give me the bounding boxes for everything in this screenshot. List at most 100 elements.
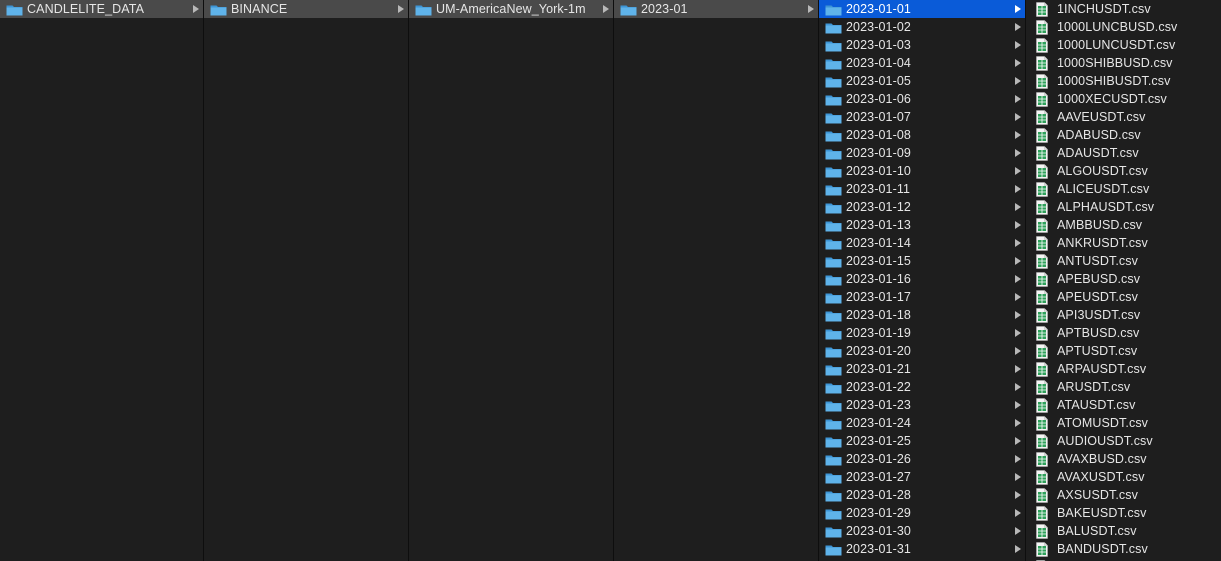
folder-icon bbox=[210, 2, 227, 16]
day-folder-row[interactable]: 2023-01-26 bbox=[819, 450, 1025, 468]
file-label: AVAXUSDT.csv bbox=[1057, 470, 1145, 484]
folder-row-binance[interactable]: BINANCE bbox=[204, 0, 408, 18]
day-folder-row[interactable]: 2023-01-12 bbox=[819, 198, 1025, 216]
csv-file-icon bbox=[1036, 379, 1050, 395]
column-2[interactable]: BINANCE bbox=[204, 0, 409, 561]
day-folder-row[interactable]: 2023-01-05 bbox=[819, 72, 1025, 90]
day-folder-row[interactable]: 2023-01-14 bbox=[819, 234, 1025, 252]
folder-label: 2023-01-15 bbox=[846, 254, 911, 268]
csv-file-row[interactable]: ALICEUSDT.csv bbox=[1026, 180, 1221, 198]
csv-file-row[interactable]: ATAUSDT.csv bbox=[1026, 396, 1221, 414]
csv-file-row[interactable]: ARPAUSDT.csv bbox=[1026, 360, 1221, 378]
csv-file-icon bbox=[1036, 289, 1050, 305]
file-label: ADAUSDT.csv bbox=[1057, 146, 1139, 160]
folder-icon bbox=[825, 128, 842, 142]
day-folder-row[interactable]: 2023-01-28 bbox=[819, 486, 1025, 504]
csv-file-row[interactable]: 1000SHIBBUSD.csv bbox=[1026, 54, 1221, 72]
csv-file-row[interactable]: 1000LUNCUSDT.csv bbox=[1026, 36, 1221, 54]
column-4[interactable]: 2023-01 bbox=[614, 0, 819, 561]
day-folder-row[interactable]: 2023-01-08 bbox=[819, 126, 1025, 144]
day-folder-row[interactable]: 2023-01-19 bbox=[819, 324, 1025, 342]
chevron-right-icon bbox=[1015, 545, 1021, 553]
folder-icon bbox=[825, 290, 842, 304]
csv-file-row[interactable]: BAKEUSDT.csv bbox=[1026, 504, 1221, 522]
day-folder-row[interactable]: 2023-01-06 bbox=[819, 90, 1025, 108]
day-folder-row[interactable]: 2023-01-07 bbox=[819, 108, 1025, 126]
csv-file-row[interactable]: BALUSDT.csv bbox=[1026, 522, 1221, 540]
day-folder-row[interactable]: 2023-01-22 bbox=[819, 378, 1025, 396]
csv-file-row[interactable]: 1INCHUSDT.csv bbox=[1026, 0, 1221, 18]
file-label: 1000SHIBUSDT.csv bbox=[1057, 74, 1171, 88]
folder-icon bbox=[825, 146, 842, 160]
csv-file-row[interactable]: ADABUSD.csv bbox=[1026, 126, 1221, 144]
csv-file-row[interactable]: API3USDT.csv bbox=[1026, 306, 1221, 324]
folder-label: 2023-01-02 bbox=[846, 20, 911, 34]
chevron-right-icon bbox=[1015, 275, 1021, 283]
folder-row-2023-01[interactable]: 2023-01 bbox=[614, 0, 818, 18]
folder-icon bbox=[825, 182, 842, 196]
column-3[interactable]: UM-AmericaNew_York-1m bbox=[409, 0, 614, 561]
day-folder-row[interactable]: 2023-01-02 bbox=[819, 18, 1025, 36]
csv-file-row[interactable]: ALPHAUSDT.csv bbox=[1026, 198, 1221, 216]
folder-icon bbox=[825, 452, 842, 466]
csv-file-row[interactable]: 1000XECUSDT.csv bbox=[1026, 90, 1221, 108]
csv-file-row[interactable]: AUDIOUSDT.csv bbox=[1026, 432, 1221, 450]
folder-label: 2023-01-12 bbox=[846, 200, 911, 214]
folder-icon bbox=[825, 110, 842, 124]
day-folder-row[interactable]: 2023-01-21 bbox=[819, 360, 1025, 378]
column-1[interactable]: CANDLELITE_DATA bbox=[0, 0, 204, 561]
csv-file-row[interactable]: 1000SHIBUSDT.csv bbox=[1026, 72, 1221, 90]
day-folder-row[interactable]: 2023-01-03 bbox=[819, 36, 1025, 54]
day-folder-row[interactable]: 2023-01-31 bbox=[819, 540, 1025, 558]
day-folder-row[interactable]: 2023-01-10 bbox=[819, 162, 1025, 180]
day-folder-row[interactable]: 2023-01-13 bbox=[819, 216, 1025, 234]
folder-row-um-america-new-york-1m[interactable]: UM-AmericaNew_York-1m bbox=[409, 0, 613, 18]
csv-file-row[interactable]: ARUSDT.csv bbox=[1026, 378, 1221, 396]
csv-file-row[interactable]: APEUSDT.csv bbox=[1026, 288, 1221, 306]
day-folder-row[interactable]: 2023-01-29 bbox=[819, 504, 1025, 522]
day-folder-row[interactable]: 2023-01-25 bbox=[819, 432, 1025, 450]
day-folder-row[interactable]: 2023-01-23 bbox=[819, 396, 1025, 414]
file-label: ADABUSD.csv bbox=[1057, 128, 1141, 142]
day-folder-row[interactable]: 2023-01-20 bbox=[819, 342, 1025, 360]
csv-file-row[interactable]: BANDUSDT.csv bbox=[1026, 540, 1221, 558]
folder-label: 2023-01-22 bbox=[846, 380, 911, 394]
file-label: ARPAUSDT.csv bbox=[1057, 362, 1147, 376]
folder-row-candlelite-data[interactable]: CANDLELITE_DATA bbox=[0, 0, 203, 18]
csv-file-row[interactable]: ANTUSDT.csv bbox=[1026, 252, 1221, 270]
day-folder-row[interactable]: 2023-01-04 bbox=[819, 54, 1025, 72]
day-folder-row[interactable]: 2023-01-18 bbox=[819, 306, 1025, 324]
day-folder-row[interactable]: 2023-01-17 bbox=[819, 288, 1025, 306]
day-folder-row[interactable]: 2023-01-27 bbox=[819, 468, 1025, 486]
csv-file-row[interactable]: AMBBUSD.csv bbox=[1026, 216, 1221, 234]
csv-file-row[interactable]: APEBUSD.csv bbox=[1026, 270, 1221, 288]
day-folder-row[interactable]: 2023-01-09 bbox=[819, 144, 1025, 162]
folder-label: 2023-01 bbox=[641, 2, 688, 16]
csv-file-row[interactable]: ALGOUSDT.csv bbox=[1026, 162, 1221, 180]
csv-file-row[interactable]: AVAXUSDT.csv bbox=[1026, 468, 1221, 486]
folder-label: 2023-01-11 bbox=[846, 182, 911, 196]
column-5-day-folders[interactable]: 2023-01-01 2023-01-02 2023-01-03 2023-01-04… bbox=[819, 0, 1026, 561]
chevron-right-icon bbox=[1015, 95, 1021, 103]
csv-file-row[interactable]: AXSUSDT.csv bbox=[1026, 486, 1221, 504]
csv-file-row[interactable]: AAVEUSDT.csv bbox=[1026, 108, 1221, 126]
csv-file-row[interactable]: APTBUSD.csv bbox=[1026, 324, 1221, 342]
chevron-right-icon bbox=[1015, 167, 1021, 175]
column-6-csv-files[interactable]: 1INCHUSDT.csv 1000LUNCBUSD.csv 1000LUNCUSD… bbox=[1026, 0, 1221, 561]
day-folder-row[interactable]: 2023-01-24 bbox=[819, 414, 1025, 432]
day-folder-row[interactable]: 2023-01-16 bbox=[819, 270, 1025, 288]
csv-file-icon bbox=[1036, 253, 1050, 269]
csv-file-row[interactable]: ANKRUSDT.csv bbox=[1026, 234, 1221, 252]
day-folder-row[interactable]: 2023-01-11 bbox=[819, 180, 1025, 198]
csv-file-row[interactable]: AVAXBUSD.csv bbox=[1026, 450, 1221, 468]
folder-icon bbox=[825, 470, 842, 484]
csv-file-row[interactable]: APTUSDT.csv bbox=[1026, 342, 1221, 360]
day-folder-row[interactable]: 2023-01-15 bbox=[819, 252, 1025, 270]
csv-file-row[interactable]: ADAUSDT.csv bbox=[1026, 144, 1221, 162]
csv-file-row[interactable]: ATOMUSDT.csv bbox=[1026, 414, 1221, 432]
csv-file-row[interactable]: 1000LUNCBUSD.csv bbox=[1026, 18, 1221, 36]
day-folder-row[interactable]: 2023-01-01 bbox=[819, 0, 1025, 18]
day-folder-row[interactable]: 2023-01-30 bbox=[819, 522, 1025, 540]
chevron-right-icon bbox=[1015, 23, 1021, 31]
folder-label: 2023-01-17 bbox=[846, 290, 911, 304]
